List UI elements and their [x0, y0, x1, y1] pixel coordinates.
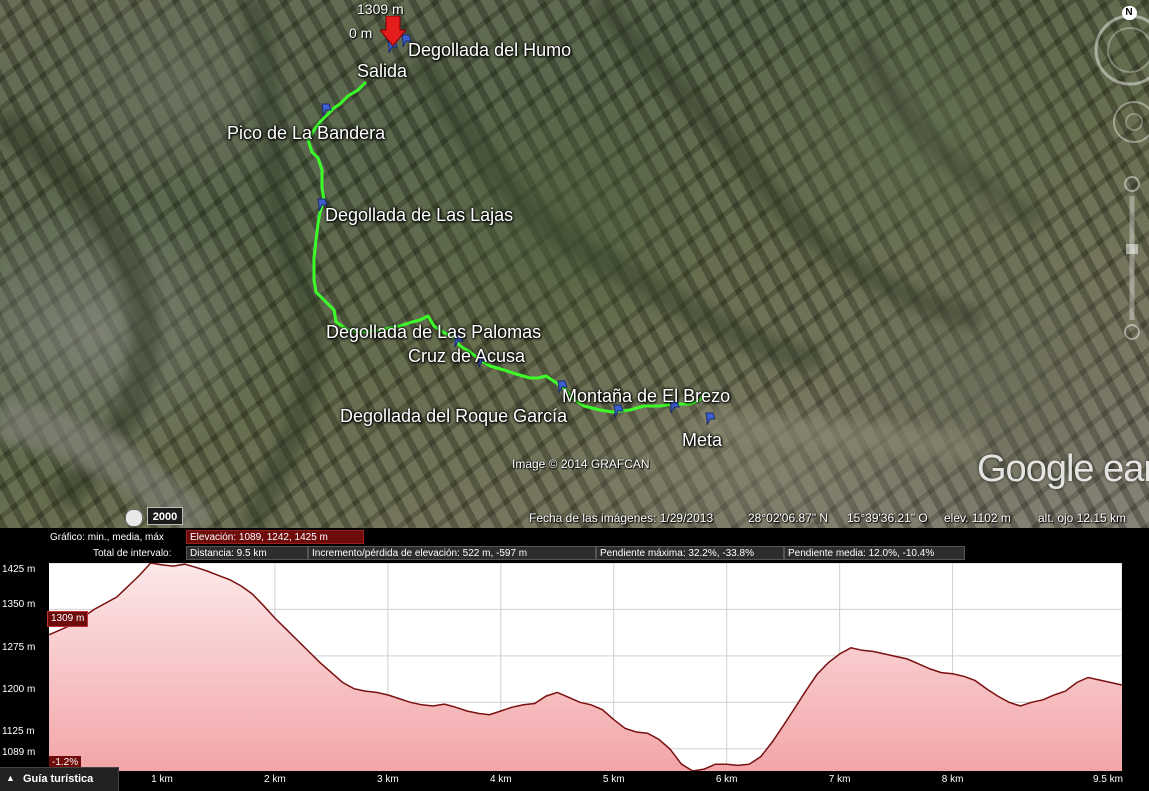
x-tick-label: 5 km	[602, 774, 625, 785]
navigation-controls	[1090, 0, 1149, 360]
x-tick-label: 9.5 km	[1092, 774, 1124, 785]
waypoint-label[interactable]: Cruz de Acusa	[408, 346, 525, 367]
latitude-readout: 28°02'06.87" N	[748, 511, 829, 525]
tour-guide-button[interactable]: ▲ Guía turística	[0, 767, 119, 791]
waypoint-label[interactable]: Pico de La Bandera	[227, 123, 385, 144]
y-tick-label: 1350 m	[2, 599, 36, 610]
waypoint-label[interactable]: Degollada del Roque García	[340, 406, 567, 427]
x-tick-label: 4 km	[489, 774, 512, 785]
x-tick-label: 8 km	[941, 774, 964, 785]
distance-cell[interactable]: Distancia: 9.5 km	[186, 546, 308, 560]
elevation-cursor-arrow-icon	[380, 16, 406, 46]
x-tick-label: 2 km	[264, 774, 286, 785]
zoom-slider-icon[interactable]	[1124, 176, 1140, 340]
waypoint-label[interactable]: Degollada de Las Palomas	[326, 322, 541, 343]
elevation-profile-chart[interactable]	[49, 563, 1122, 771]
imagery-date: Fecha de las imágenes: 1/29/2013	[529, 511, 714, 525]
max-slope-cell[interactable]: Pendiente máxima: 32.2%, -33.8%	[596, 546, 784, 560]
interval-label: Total de intervalo:	[93, 548, 172, 559]
longitude-readout: 15°39'36.21" O	[847, 511, 928, 525]
north-indicator[interactable]: N	[1122, 6, 1136, 20]
waypoint-label[interactable]: Degollada del Humo	[408, 40, 571, 61]
placemark-pin-icon[interactable]	[704, 412, 718, 426]
graph-label: Gráfico: min., media, máx	[50, 532, 164, 543]
elevation-stats-cell[interactable]: Elevación: 1089, 1242, 1425 m	[186, 530, 364, 544]
imagery-credit: Image © 2014 GRAFCAN	[512, 457, 650, 471]
google-earth-logo: Google earth	[977, 448, 1149, 490]
y-tick-label: 1425 m	[2, 564, 36, 575]
triangle-icon: ▲	[6, 773, 15, 783]
waypoint-label[interactable]: Salida	[357, 61, 407, 82]
y-tick-label: 1089 m	[2, 747, 36, 758]
placemark-pin-icon[interactable]	[320, 103, 334, 117]
x-tick-label: 6 km	[715, 774, 738, 785]
cursor-elevation-tag: 1309 m	[47, 611, 89, 627]
y-tick-label: 1275 m	[2, 642, 36, 653]
eye-altitude-readout: alt. ojo 12.15 km	[1038, 511, 1127, 525]
waypoint-label[interactable]: Degollada de Las Lajas	[325, 205, 513, 226]
compass-icon[interactable]	[1094, 6, 1149, 86]
look-joystick-icon[interactable]	[1113, 101, 1149, 143]
cursor-elevation-label: 1309 m	[357, 1, 404, 17]
x-tick-label: 1 km	[151, 774, 173, 785]
satellite-map[interactable]: 1309 m 0 m Degollada del Humo Salida Pic…	[0, 0, 1149, 528]
waypoint-label[interactable]: Montaña de El Brezo	[562, 386, 730, 407]
waypoint-label[interactable]: Meta	[682, 430, 722, 451]
avg-slope-cell[interactable]: Pendiente media: 12.0%, -10.4%	[784, 546, 965, 560]
status-bar: Fecha de las imágenes: 1/29/2013 28°02'0…	[0, 509, 1149, 528]
y-tick-label: 1200 m	[2, 684, 36, 695]
tour-guide-label: Guía turística	[23, 773, 94, 785]
cursor-distance-label: 0 m	[349, 25, 373, 41]
y-tick-label: 1125 m	[2, 726, 35, 737]
elevation-gain-cell[interactable]: Incremento/pérdida de elevación: 522 m, …	[308, 546, 596, 560]
x-tick-label: 7 km	[828, 774, 851, 785]
x-tick-label: 3 km	[376, 774, 399, 785]
elevation-readout: elev. 1102 m	[944, 511, 1011, 525]
